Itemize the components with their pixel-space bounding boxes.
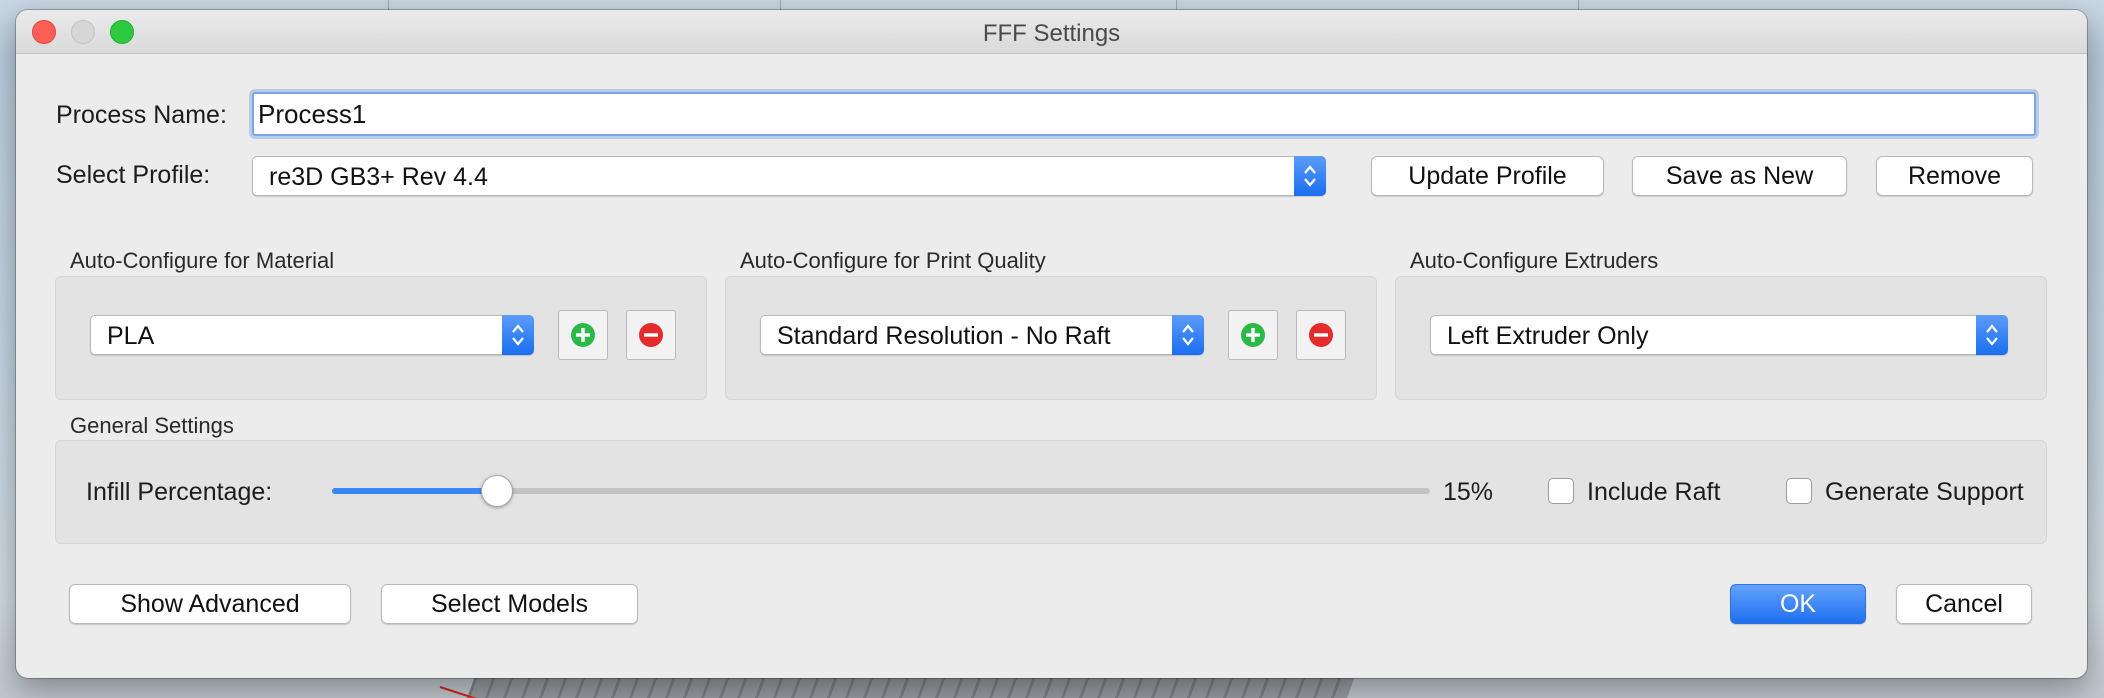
ok-button[interactable]: OK (1730, 584, 1866, 624)
material-select-value: PLA (107, 322, 155, 350)
extruders-select-value: Left Extruder Only (1447, 322, 1649, 350)
quality-select[interactable]: Standard Resolution - No Raft (760, 315, 1204, 355)
material-select[interactable]: PLA (90, 315, 534, 355)
add-material-button[interactable] (558, 310, 608, 360)
plus-circle-icon (1241, 323, 1265, 347)
fff-settings-dialog: FFF Settings Process Name: Select Profil… (16, 10, 2087, 678)
select-models-button[interactable]: Select Models (381, 584, 638, 624)
quality-group-label: Auto-Configure for Print Quality (740, 248, 1046, 273)
generate-support-label: Generate Support (1825, 478, 2024, 506)
minus-circle-icon (639, 323, 663, 347)
include-raft-label: Include Raft (1587, 478, 1721, 506)
update-profile-button[interactable]: Update Profile (1371, 156, 1604, 196)
extruders-group-label: Auto-Configure Extruders (1410, 248, 1659, 273)
process-name-input[interactable] (252, 92, 2036, 136)
show-advanced-button[interactable]: Show Advanced (69, 584, 351, 624)
save-as-new-button[interactable]: Save as New (1632, 156, 1847, 196)
generate-support-checkbox[interactable] (1786, 478, 1812, 504)
remove-material-button[interactable] (626, 310, 676, 360)
extruders-group: Left Extruder Only (1395, 276, 2047, 400)
cancel-button[interactable]: Cancel (1896, 584, 2032, 624)
infill-percentage-label: Infill Percentage: (86, 478, 273, 506)
general-settings-label: General Settings (70, 413, 234, 438)
infill-percentage-value: 15% (1443, 478, 1494, 506)
chevron-up-down-icon (1172, 315, 1204, 355)
infill-slider-fill (332, 488, 497, 494)
title-bar: FFF Settings (16, 10, 2087, 54)
extruders-select[interactable]: Left Extruder Only (1430, 315, 2008, 355)
include-raft-checkbox[interactable] (1548, 478, 1574, 504)
plus-circle-icon (571, 323, 595, 347)
chevron-up-down-icon (502, 315, 534, 355)
chevron-up-down-icon (1294, 156, 1326, 196)
select-profile-label: Select Profile: (56, 161, 211, 189)
remove-quality-button[interactable] (1296, 310, 1346, 360)
infill-slider[interactable] (332, 475, 1430, 507)
add-quality-button[interactable] (1228, 310, 1278, 360)
material-group: PLA (55, 276, 707, 400)
profile-select[interactable]: re3D GB3+ Rev 4.4 (252, 156, 1326, 196)
chevron-up-down-icon (1976, 315, 2008, 355)
remove-profile-button[interactable]: Remove (1876, 156, 2033, 196)
quality-group: Standard Resolution - No Raft (725, 276, 1377, 400)
quality-select-value: Standard Resolution - No Raft (777, 322, 1111, 350)
process-name-label: Process Name: (56, 101, 227, 129)
minus-circle-icon (1309, 323, 1333, 347)
profile-select-value: re3D GB3+ Rev 4.4 (269, 163, 488, 191)
material-group-label: Auto-Configure for Material (70, 248, 335, 273)
infill-slider-thumb[interactable] (480, 475, 513, 507)
window-title: FFF Settings (982, 20, 1121, 47)
